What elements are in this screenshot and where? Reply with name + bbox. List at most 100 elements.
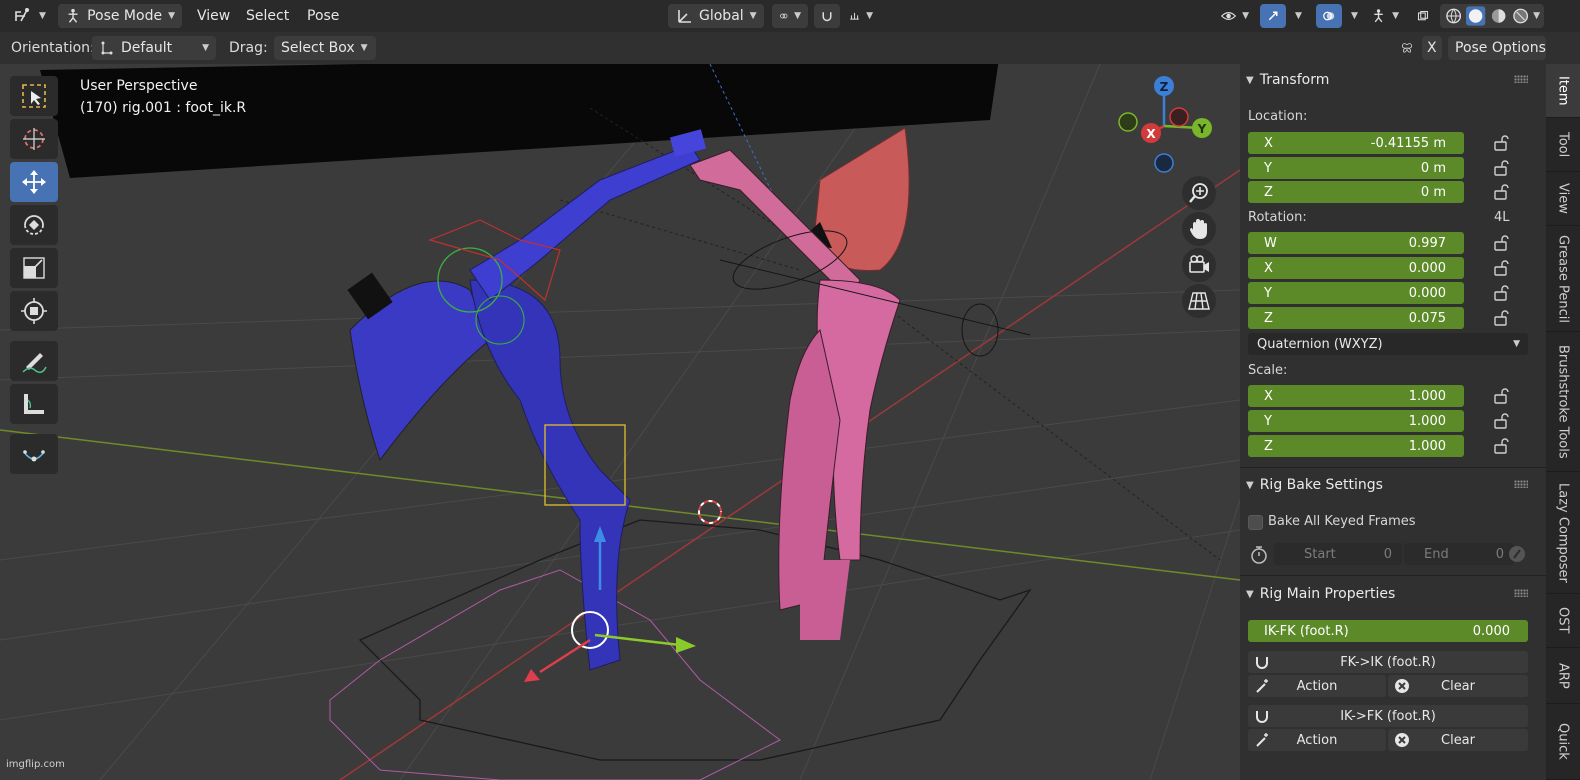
rotation-4l-toggle[interactable]: 4L [1494, 210, 1510, 225]
wireframe-shading-icon[interactable] [1444, 6, 1463, 26]
camera-view-button[interactable] [1182, 248, 1216, 282]
rig-main-panel-title: Rig Main Properties [1259, 586, 1396, 602]
move-tool[interactable] [10, 162, 58, 202]
scale-tool[interactable] [10, 248, 58, 288]
tab-brushstroke-tools[interactable]: Brushstroke Tools [1546, 332, 1580, 472]
zoom-button[interactable] [1182, 176, 1216, 210]
snap-target-select[interactable]: ▼ [842, 4, 880, 28]
chevron-down-icon: ▼ [1351, 11, 1358, 21]
chevron-down-icon: ▼ [1246, 479, 1254, 491]
mirror-toggle[interactable] [1394, 36, 1420, 60]
tab-quick[interactable]: Quick [1546, 704, 1580, 780]
tab-tool[interactable]: Tool [1546, 118, 1580, 172]
lock-icon[interactable] [1492, 413, 1510, 429]
pivot-point-select[interactable]: ▼ [772, 4, 808, 28]
chevron-down-icon[interactable]: ▼ [1533, 11, 1540, 21]
pan-button[interactable] [1182, 212, 1216, 246]
tab-item[interactable]: Item [1546, 64, 1580, 118]
gizmo-neg-y-handle[interactable] [1118, 112, 1138, 132]
editor-type-button[interactable]: ▼ [6, 4, 53, 28]
material-shading-icon[interactable] [1489, 6, 1508, 26]
drag-select[interactable]: Select Box ▼ [274, 36, 376, 60]
annotate-tool[interactable] [10, 341, 58, 381]
orientation-select[interactable]: Default ▼ [92, 36, 216, 60]
bake-start-field[interactable]: Start 0 [1274, 543, 1402, 565]
lock-icon[interactable] [1492, 160, 1510, 176]
rotation-z-field[interactable]: Z 0.075 [1248, 307, 1464, 329]
navigation-gizmo[interactable]: Z Y X [1112, 76, 1222, 186]
rig-bake-panel-header[interactable]: ▼ Rig Bake Settings [1246, 473, 1536, 497]
xray-toggle[interactable] [1410, 4, 1436, 28]
lock-icon[interactable] [1492, 285, 1510, 301]
editor-type-icon [15, 8, 29, 22]
measure-tool[interactable] [10, 384, 58, 424]
tab-grease-pencil[interactable]: Grease Pencil [1546, 226, 1580, 332]
tab-arp[interactable]: ARP [1546, 648, 1580, 704]
scale-y-field[interactable]: Y 1.000 [1248, 410, 1464, 432]
ortho-toggle-button[interactable] [1182, 284, 1216, 318]
fk-action-button[interactable]: Action [1248, 675, 1386, 697]
overlays-toggle[interactable] [1316, 4, 1342, 28]
drag-grip-icon[interactable] [1514, 75, 1528, 83]
menu-select[interactable]: Select [239, 4, 296, 28]
3d-viewport[interactable]: User Perspective (170) rig.001 : foot_ik… [0, 64, 1240, 780]
gizmo-neg-z-handle[interactable] [1154, 153, 1174, 173]
snap-toggle[interactable] [814, 4, 840, 28]
lock-icon[interactable] [1492, 184, 1510, 200]
location-z-field[interactable]: Z 0 m [1248, 181, 1464, 203]
pose-options-button[interactable]: Pose Options [1448, 36, 1546, 60]
tab-lazy-composer[interactable]: Lazy Composer [1546, 472, 1580, 594]
ik-action-button[interactable]: Action [1248, 729, 1386, 751]
bake-all-checkbox[interactable] [1248, 515, 1263, 530]
fk-to-ik-button[interactable]: FK->IK (foot.R) [1248, 651, 1528, 673]
scale-x-field[interactable]: X 1.000 [1248, 385, 1464, 407]
lock-icon[interactable] [1492, 260, 1510, 276]
location-y-field[interactable]: Y 0 m [1248, 157, 1464, 179]
tab-view[interactable]: View [1546, 172, 1580, 226]
cursor-tool[interactable] [10, 119, 58, 159]
bake-action-icon[interactable] [1508, 545, 1526, 563]
bone-envelope-tool[interactable] [10, 434, 58, 474]
ik-clear-button[interactable]: Clear [1388, 729, 1528, 751]
mode-select[interactable]: Pose Mode ▼ [58, 4, 182, 28]
ikfk-slider[interactable]: IK-FK (foot.R) 0.000 [1248, 620, 1528, 642]
gizmo-dropdown[interactable]: ▼ [1288, 4, 1310, 28]
visibility-select[interactable]: ▼ [1214, 4, 1256, 28]
overlays-dropdown[interactable]: ▼ [1344, 4, 1366, 28]
transform-orientation-select[interactable]: Global ▼ [668, 4, 764, 28]
lock-icon[interactable] [1492, 135, 1510, 151]
rotation-w-field[interactable]: W 0.997 [1248, 232, 1464, 254]
rotate-tool[interactable] [10, 205, 58, 245]
menu-pose[interactable]: Pose [300, 4, 346, 28]
transform-tool[interactable] [10, 291, 58, 331]
tab-ost[interactable]: OST [1546, 594, 1580, 648]
fk-clear-button[interactable]: Clear [1388, 675, 1528, 697]
select-box-tool[interactable] [10, 76, 58, 116]
solid-shading-icon[interactable] [1466, 6, 1486, 26]
rotation-x-field[interactable]: X 0.000 [1248, 257, 1464, 279]
action-label: Action [1296, 732, 1338, 748]
bake-end-field[interactable]: End 0 [1404, 543, 1514, 565]
floor-grid [0, 64, 1240, 780]
drag-grip-icon[interactable] [1514, 589, 1528, 597]
bone-overlay-select[interactable]: ▼ [1364, 4, 1406, 28]
lock-icon[interactable] [1492, 438, 1510, 454]
gizmo-neg-x-handle[interactable] [1169, 107, 1189, 127]
rendered-shading-icon[interactable] [1511, 6, 1530, 26]
rotation-mode-select[interactable]: Quaternion (WXYZ) ▼ [1248, 333, 1528, 355]
stopwatch-icon[interactable] [1248, 544, 1270, 566]
menu-view[interactable]: View [190, 4, 237, 28]
mirror-x-button[interactable]: X [1422, 36, 1442, 60]
rig-main-panel-header[interactable]: ▼ Rig Main Properties [1246, 582, 1536, 606]
lock-icon[interactable] [1492, 388, 1510, 404]
location-x-field[interactable]: X -0.41155 m [1248, 132, 1464, 154]
drag-grip-icon[interactable] [1514, 480, 1528, 488]
rotation-y-field[interactable]: Y 0.000 [1248, 282, 1464, 304]
transform-panel-header[interactable]: ▼ Transform [1246, 68, 1536, 92]
lock-icon[interactable] [1492, 235, 1510, 251]
view-name: User Perspective [80, 78, 198, 94]
ik-to-fk-button[interactable]: IK->FK (foot.R) [1248, 705, 1528, 727]
gizmo-toggle[interactable] [1260, 4, 1286, 28]
scale-z-field[interactable]: Z 1.000 [1248, 435, 1464, 457]
lock-icon[interactable] [1492, 310, 1510, 326]
